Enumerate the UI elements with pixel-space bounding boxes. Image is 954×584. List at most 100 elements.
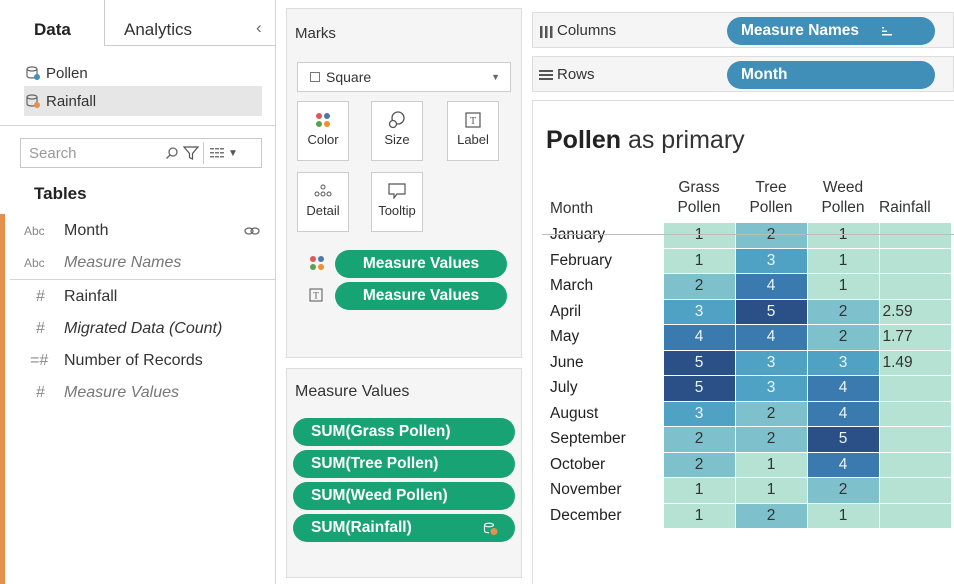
tree-pollen-cell[interactable]: 3 — [734, 375, 808, 402]
column-header[interactable]: Grass Pollen — [663, 178, 735, 223]
grass-pollen-cell[interactable]: 2 — [662, 273, 736, 300]
size-button[interactable]: Size — [371, 101, 423, 161]
field-measure-values[interactable]: # Measure Values — [24, 379, 179, 407]
rainfall-cell[interactable] — [878, 375, 952, 402]
grass-pollen-cell[interactable]: 3 — [662, 400, 736, 427]
month-cell[interactable]: July — [542, 376, 663, 402]
rainfall-cell[interactable] — [878, 222, 952, 249]
tree-pollen-cell[interactable]: 1 — [734, 451, 808, 478]
search-box[interactable]: Search ▼ — [20, 138, 262, 168]
month-cell[interactable]: February — [542, 248, 663, 274]
column-header[interactable]: Rainfall — [879, 178, 951, 223]
weed-pollen-cell[interactable]: 1 — [806, 247, 880, 274]
sort-icon — [882, 27, 893, 36]
weed-pollen-cell[interactable]: 2 — [806, 477, 880, 504]
weed-pollen-cell[interactable]: 4 — [806, 375, 880, 402]
filter-icon[interactable] — [183, 145, 199, 161]
weed-pollen-cell[interactable]: 4 — [806, 400, 880, 427]
grass-pollen-cell[interactable]: 1 — [662, 502, 736, 529]
tree-pollen-cell[interactable]: 1 — [734, 477, 808, 504]
grass-pollen-cell[interactable]: 2 — [662, 451, 736, 478]
chevron-down-icon[interactable]: ▼ — [228, 148, 238, 159]
month-cell[interactable]: May — [542, 325, 663, 351]
tree-pollen-cell[interactable]: 3 — [734, 247, 808, 274]
field-rainfall[interactable]: # Rainfall — [24, 283, 117, 311]
weed-pollen-cell[interactable]: 1 — [806, 502, 880, 529]
rows-shelf[interactable]: Rows Month — [532, 56, 954, 92]
month-cell[interactable]: March — [542, 274, 663, 300]
sum-rainfall-pill[interactable]: SUM(Rainfall) — [293, 514, 515, 542]
weed-pollen-cell[interactable]: 2 — [806, 298, 880, 325]
columns-shelf[interactable]: Columns Measure Names — [532, 12, 954, 48]
datasource-pollen[interactable]: Pollen — [24, 58, 262, 88]
month-cell[interactable]: October — [542, 452, 663, 478]
grass-pollen-cell[interactable]: 1 — [662, 477, 736, 504]
grass-pollen-cell[interactable]: 3 — [662, 298, 736, 325]
color-button[interactable]: Color — [297, 101, 349, 161]
month-cell[interactable]: September — [542, 427, 663, 453]
rainfall-cell[interactable]: 1.49 — [878, 349, 952, 376]
grass-pollen-cell[interactable]: 4 — [662, 324, 736, 351]
month-cell[interactable]: June — [542, 350, 663, 376]
search-icon[interactable] — [165, 146, 179, 160]
weed-pollen-cell[interactable]: 4 — [806, 451, 880, 478]
row-header-month[interactable]: Month — [542, 178, 663, 223]
field-measure-names[interactable]: Abc Measure Names — [24, 249, 181, 277]
column-header[interactable]: Weed Pollen — [807, 178, 879, 223]
tree-pollen-cell[interactable]: 2 — [734, 502, 808, 529]
label-icon: T — [465, 112, 481, 128]
sum-grass-pollen-pill[interactable]: SUM(Grass Pollen) — [293, 418, 515, 446]
column-header[interactable]: Tree Pollen — [735, 178, 807, 223]
grass-pollen-cell[interactable]: 2 — [662, 426, 736, 453]
mark-type-select[interactable]: Square ▼ — [297, 62, 511, 92]
tab-data[interactable]: Data — [34, 0, 71, 44]
field-month[interactable]: Abc Month — [24, 217, 108, 245]
weed-pollen-cell[interactable]: 5 — [806, 426, 880, 453]
month-pill[interactable]: Month — [727, 61, 935, 89]
tree-pollen-cell[interactable]: 3 — [734, 349, 808, 376]
rainfall-cell[interactable] — [878, 502, 952, 529]
rainfall-cell[interactable] — [878, 247, 952, 274]
rainfall-cell[interactable] — [878, 400, 952, 427]
label-button[interactable]: T Label — [447, 101, 499, 161]
rainfall-cell[interactable]: 1.77 — [878, 324, 952, 351]
weed-pollen-cell[interactable]: 1 — [806, 273, 880, 300]
rainfall-cell[interactable] — [878, 451, 952, 478]
weed-pollen-cell[interactable]: 2 — [806, 324, 880, 351]
weed-pollen-cell[interactable]: 3 — [806, 349, 880, 376]
measure-values-color-pill[interactable]: Measure Values — [335, 250, 507, 278]
month-cell[interactable]: April — [542, 299, 663, 325]
search-input[interactable]: Search — [21, 145, 161, 162]
rainfall-cell[interactable] — [878, 273, 952, 300]
grass-pollen-cell[interactable]: 5 — [662, 349, 736, 376]
tree-pollen-cell[interactable]: 2 — [734, 222, 808, 249]
tree-pollen-cell[interactable]: 2 — [734, 426, 808, 453]
rainfall-cell[interactable] — [878, 426, 952, 453]
tree-pollen-cell[interactable]: 4 — [734, 273, 808, 300]
month-cell[interactable]: December — [542, 503, 663, 529]
tree-pollen-cell[interactable]: 4 — [734, 324, 808, 351]
datasource-rainfall[interactable]: Rainfall — [24, 86, 262, 116]
sum-tree-pollen-pill[interactable]: SUM(Tree Pollen) — [293, 450, 515, 478]
weed-pollen-cell[interactable]: 1 — [806, 222, 880, 249]
tab-analytics[interactable]: Analytics — [124, 0, 192, 44]
field-migrated-data-count[interactable]: # Migrated Data (Count) — [24, 315, 222, 343]
grass-pollen-cell[interactable]: 5 — [662, 375, 736, 402]
tree-pollen-cell[interactable]: 2 — [734, 400, 808, 427]
rainfall-cell[interactable] — [878, 477, 952, 504]
measure-names-pill[interactable]: Measure Names — [727, 17, 935, 45]
month-cell[interactable]: November — [542, 478, 663, 504]
detail-button[interactable]: Detail — [297, 172, 349, 232]
field-number-of-records[interactable]: =# Number of Records — [24, 347, 203, 375]
tooltip-button[interactable]: Tooltip — [371, 172, 423, 232]
sum-weed-pollen-pill[interactable]: SUM(Weed Pollen) — [293, 482, 515, 510]
collapse-pane-icon[interactable]: ‹ — [256, 18, 262, 38]
grass-pollen-cell[interactable]: 1 — [662, 222, 736, 249]
measure-values-label-pill[interactable]: Measure Values — [335, 282, 507, 310]
tree-pollen-cell[interactable]: 5 — [734, 298, 808, 325]
rainfall-cell[interactable]: 2.59 — [878, 298, 952, 325]
month-cell[interactable]: August — [542, 401, 663, 427]
month-cell[interactable]: January — [542, 223, 663, 249]
grass-pollen-cell[interactable]: 1 — [662, 247, 736, 274]
view-options-icon[interactable] — [210, 147, 224, 159]
